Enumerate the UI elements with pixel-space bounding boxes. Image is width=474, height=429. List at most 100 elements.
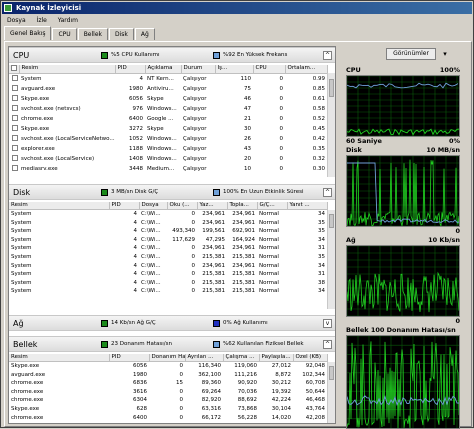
row-checkbox-cell[interactable] [9, 73, 19, 84]
col-hard-faults[interactable]: Donanım Hatası/sn [149, 354, 186, 362]
col-working-set[interactable]: Çalışma ... [223, 354, 260, 362]
cpu-scrollbar[interactable] [327, 73, 335, 177]
col-write[interactable]: Yaz... [197, 202, 228, 210]
col-pid[interactable]: PID [109, 354, 150, 362]
table-row[interactable]: svchost.exe (netsvcs) 976 Windows... Çalışı… [9, 104, 327, 114]
row-checkbox[interactable] [12, 135, 18, 141]
row-checkbox-cell[interactable] [9, 144, 19, 154]
row-checkbox-cell[interactable] [9, 134, 19, 144]
tab-memory[interactable]: Bellek [77, 28, 108, 40]
scroll-thumb[interactable] [329, 214, 334, 228]
table-row[interactable]: svchost.exe (LocalService) 1408 Windows...… [9, 154, 327, 164]
table-row[interactable]: System 4 C:\Wi... 0 234,961 234,961 Normal 31 [9, 244, 327, 253]
col-status[interactable]: Durum [181, 65, 216, 74]
col-image[interactable]: Resim [9, 202, 110, 210]
row-checkbox[interactable] [12, 115, 18, 121]
table-row[interactable]: System 4 C:\Wi... 493,340 199,561 692,901 Norm… [9, 227, 327, 236]
table-row[interactable]: System 4 C:\Wi... 0 234,961 234,961 Normal 34 [9, 210, 327, 219]
table-row[interactable]: chrome.exe 6400 Google ... Çalışıyor 21 0 0.52 [9, 114, 327, 124]
row-checkbox[interactable] [12, 105, 18, 111]
col-io-priority[interactable]: G/Ç... [257, 202, 288, 210]
table-row[interactable]: explorer.exe 1188 Windows... Çalışıyor 43 0 0.… [9, 144, 327, 154]
table-row[interactable]: Skype.exe 3272 Skype Çalışıyor 30 0 0.45 [9, 124, 327, 134]
select-all-checkbox[interactable] [11, 65, 17, 71]
row-checkbox-cell[interactable] [9, 124, 19, 134]
collapse-icon[interactable]: ^ [323, 340, 332, 349]
tab-cpu[interactable]: CPU [52, 28, 77, 40]
scroll-thumb[interactable] [329, 79, 334, 97]
row-checkbox-cell[interactable] [9, 164, 19, 174]
tab-disk[interactable]: Disk [109, 28, 134, 40]
col-image[interactable]: Resim [9, 354, 110, 362]
table-row[interactable]: chrome.exe 6400 0 66,172 56,228 14,020 42,208 [9, 414, 327, 423]
table-cell: 215,381 [202, 253, 225, 260]
table-row[interactable]: svchost.exe (LocalServiceNetwo... 1052 Win… [9, 134, 327, 144]
menu-help[interactable]: Yardım [58, 17, 78, 24]
col-response[interactable]: Yanıt ... [287, 202, 328, 210]
row-checkbox[interactable] [12, 145, 18, 151]
col-image[interactable]: Resim [19, 65, 116, 74]
col-commit[interactable]: Ayrılan ... [185, 354, 224, 362]
menu-file[interactable]: Dosya [7, 17, 26, 24]
col-threads[interactable]: İş... [215, 65, 254, 74]
col-pid[interactable]: PID [109, 202, 140, 210]
col-total[interactable]: Topla... [227, 202, 258, 210]
row-checkbox[interactable] [12, 155, 18, 161]
collapse-icon[interactable]: ^ [323, 188, 332, 197]
collapse-icon[interactable]: ^ [323, 51, 332, 60]
row-checkbox[interactable] [12, 95, 18, 101]
col-description[interactable]: Açıklama [145, 65, 182, 74]
row-checkbox[interactable] [12, 75, 18, 81]
row-checkbox-cell[interactable] [9, 94, 19, 104]
table-row[interactable]: chrome.exe 6304 0 82,920 88,692 42,224 46,468 [9, 396, 327, 405]
network-section-header[interactable]: Ağ 14 Kb/sn Ağ G/Ç 0% Ağ Kullanımı v [9, 315, 335, 331]
table-row[interactable]: Skype.exe 6056 0 116,340 119,060 27,012 92,048 [9, 362, 327, 371]
views-button[interactable]: Görünümler [386, 48, 436, 60]
expand-icon[interactable]: v [323, 319, 332, 328]
table-cell: 215,381 [202, 279, 225, 286]
menu-view[interactable]: İzle [37, 17, 47, 24]
row-checkbox[interactable] [12, 85, 18, 91]
table-row[interactable]: System 4 C:\Wi... 0 215,381 215,381 Normal 35 [9, 253, 327, 262]
table-row[interactable]: System 4 C:\Wi... 0 215,381 215,381 Normal 38 [9, 279, 327, 288]
row-checkbox-cell[interactable] [9, 154, 19, 164]
col-checkbox[interactable] [9, 65, 20, 74]
table-cell: 119,060 [234, 363, 257, 369]
tab-overview[interactable]: Genel Bakış [4, 26, 52, 40]
table-row[interactable]: System 4 C:\Wi... 0 234,961 234,961 Normal 34 [9, 262, 327, 271]
table-row[interactable]: avguard.exe 1980 0 362,100 111,216 8,872 102,3… [9, 371, 327, 380]
table-row[interactable]: System 4 NT Kern... Çalışıyor 110 0 0.99 [9, 73, 327, 84]
cpu-section-header[interactable]: CPU %5 CPU Kullanımı %92 En Yüksek Freka… [9, 47, 335, 63]
col-read[interactable]: Oku (... [167, 202, 198, 210]
col-pid[interactable]: PID [115, 65, 146, 74]
tab-network[interactable]: Ağ [134, 28, 155, 40]
table-row[interactable]: System 4 C:\Wi... 0 215,381 215,381 Normal 31 [9, 270, 327, 279]
row-checkbox-cell[interactable] [9, 84, 19, 94]
col-cpu[interactable]: CPU [253, 65, 286, 74]
memory-section-header[interactable]: Bellek 23 Donanım Hatası/sn %62 Kullanıl… [9, 336, 335, 352]
cpu-section-title: CPU [13, 51, 30, 60]
col-private[interactable]: Özel (KB) [293, 354, 328, 362]
row-checkbox[interactable] [12, 125, 18, 131]
table-row[interactable]: avguard.exe 1980 Antiviru... Çalışıyor 75 0 0.… [9, 84, 327, 94]
table-row[interactable]: mediasrv.exe 3448 Medium... Çalışıyor 10 0 0.3… [9, 164, 327, 174]
col-file[interactable]: Dosya [139, 202, 168, 210]
table-row[interactable]: Skype.exe 6056 Skype Çalışıyor 46 0 0.61 [9, 94, 327, 104]
table-row[interactable]: System 4 C:\Wi... 0 215,381 215,381 Normal 34 [9, 287, 327, 296]
row-checkbox-cell[interactable] [9, 114, 19, 124]
table-row[interactable]: System 4 C:\Wi... 117,629 47,295 164,924 Norma… [9, 236, 327, 245]
memory-scrollbar[interactable] [327, 362, 335, 423]
disk-section-header[interactable]: Disk 3 MB/sn Disk G/Ç 100% En Uzun Etkin… [9, 184, 335, 200]
table-row[interactable]: System 4 C:\Wi... 0 234,961 234,961 Normal 35 [9, 219, 327, 228]
disk-scrollbar[interactable] [327, 210, 335, 309]
col-shareable[interactable]: Paylaşıla... [259, 354, 294, 362]
scroll-thumb[interactable] [329, 366, 334, 380]
col-average[interactable]: Ortalam... [285, 65, 328, 74]
table-row[interactable]: Skype.exe 628 0 63,316 73,868 30,104 43,764 [9, 405, 327, 414]
row-checkbox[interactable] [12, 165, 18, 171]
table-row[interactable]: chrome.exe 3616 0 69,264 70,036 19,392 50,644 [9, 388, 327, 397]
dropdown-icon[interactable]: ▾ [440, 49, 450, 59]
table-row[interactable]: chrome.exe 6836 15 89,360 90,920 30,212 60,708 [9, 379, 327, 388]
row-checkbox-cell[interactable] [9, 104, 19, 114]
graph-canvas [347, 246, 459, 316]
